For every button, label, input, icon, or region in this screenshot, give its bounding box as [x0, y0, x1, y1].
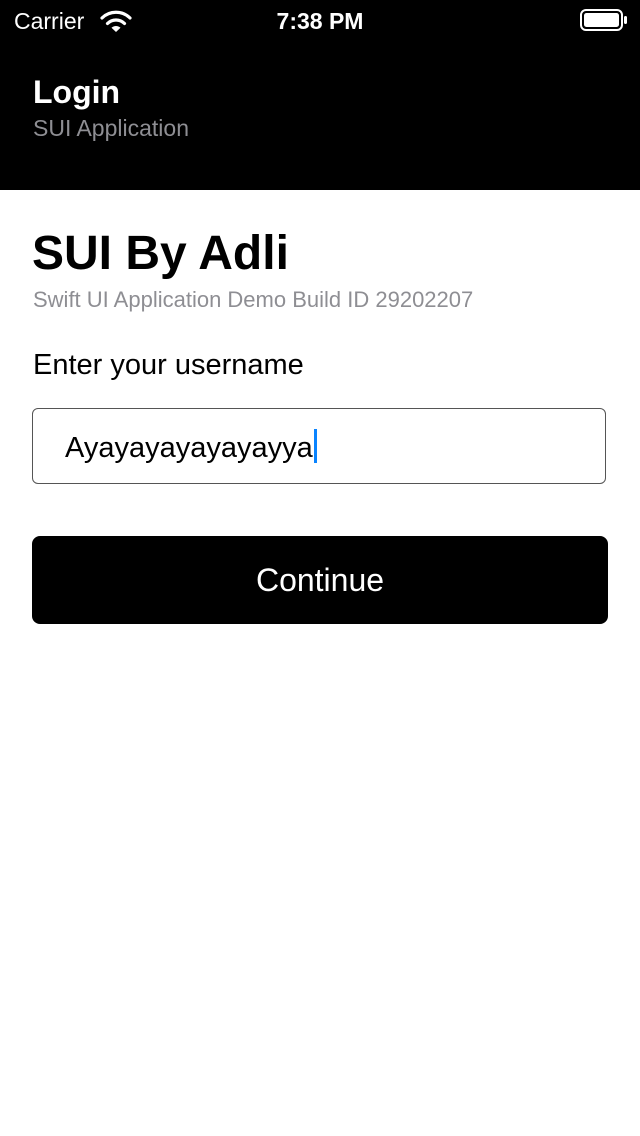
username-input-value: Ayayayayayayayya	[65, 429, 317, 466]
navigation-header: Carrier 7:38 PM Login SUI Application	[0, 0, 640, 190]
username-label: Enter your username	[33, 349, 304, 381]
continue-button[interactable]: Continue	[32, 536, 608, 624]
text-caret	[313, 429, 317, 463]
battery-icon	[580, 9, 628, 31]
status-bar: Carrier 7:38 PM	[0, 0, 640, 40]
username-text: Ayayayayayayayya	[65, 432, 313, 464]
page-title: SUI By Adli	[32, 227, 289, 280]
page-subtitle: Swift UI Application Demo Build ID 29202…	[33, 287, 474, 312]
nav-title: Login	[33, 74, 121, 110]
username-input[interactable]: Ayayayayayayayya	[32, 408, 606, 484]
nav-subtitle: SUI Application	[33, 115, 189, 141]
status-time: 7:38 PM	[276, 8, 364, 34]
